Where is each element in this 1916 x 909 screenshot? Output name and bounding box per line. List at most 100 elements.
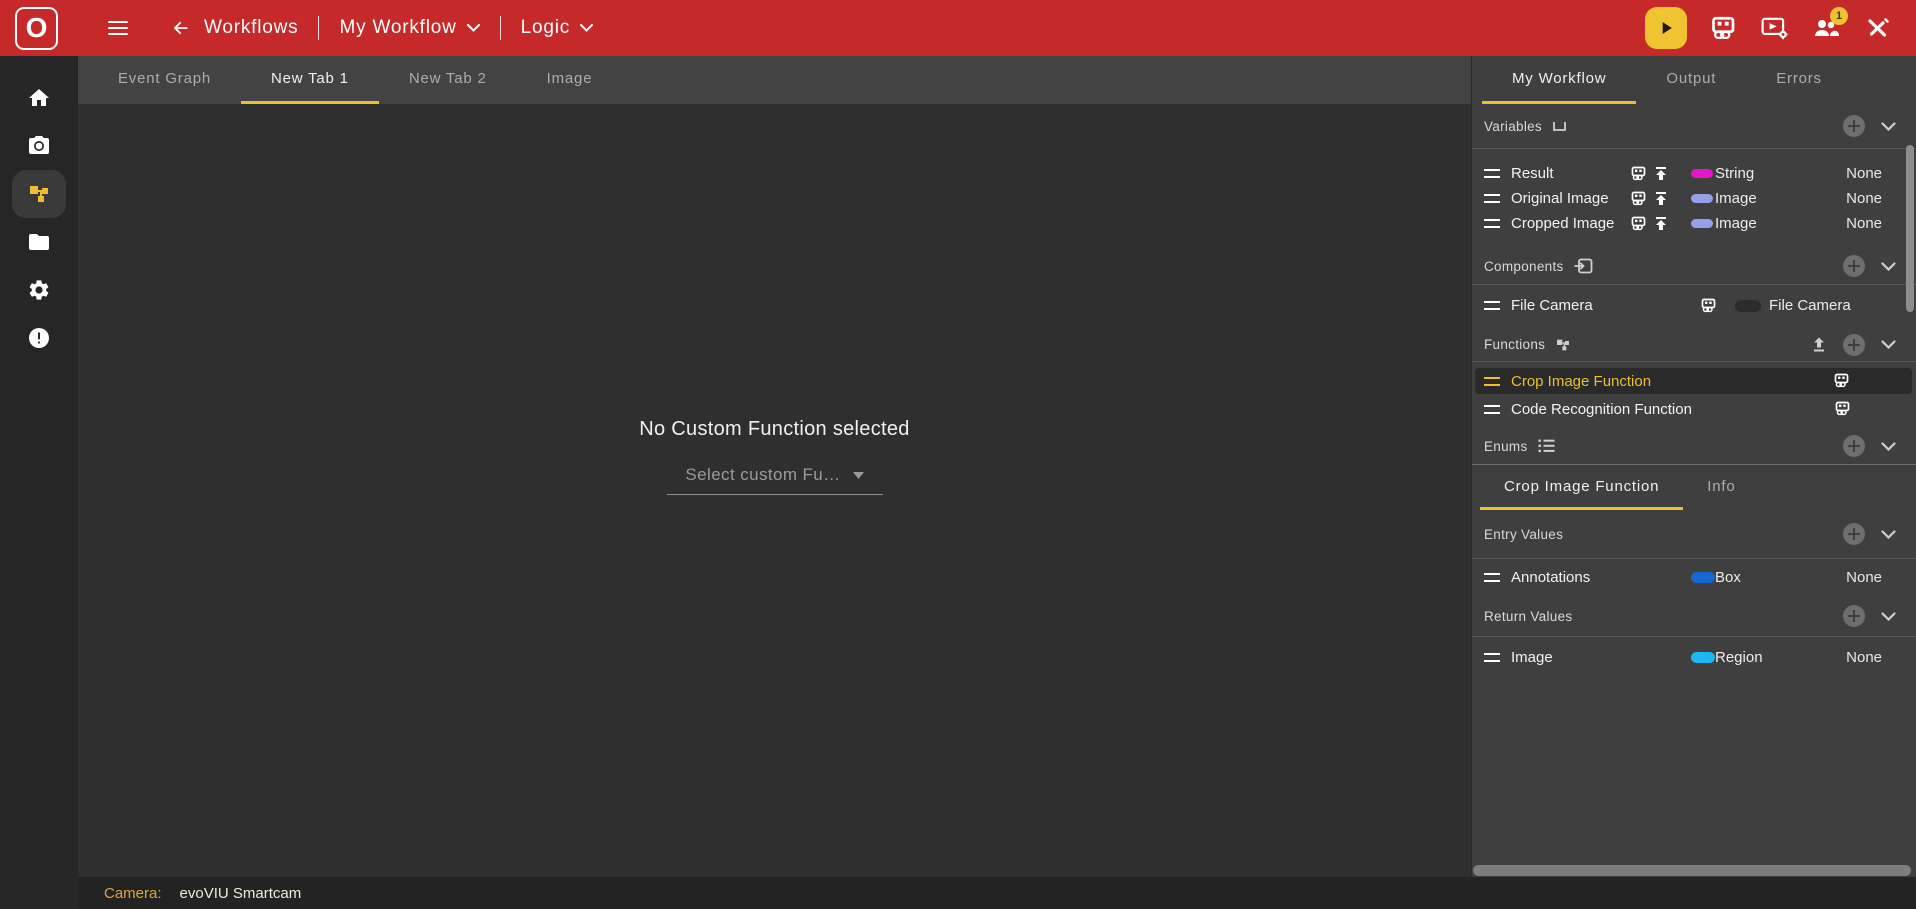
variables-section-header: Variables bbox=[1472, 104, 1916, 148]
function-name: Crop Image Function bbox=[1511, 373, 1834, 390]
sidebar-item-settings[interactable] bbox=[0, 266, 78, 314]
chevron-down-icon bbox=[467, 24, 480, 32]
return-value-row[interactable]: Image Region None bbox=[1472, 645, 1916, 670]
canvas-tab-bar: Event Graph New Tab 1 New Tab 2 Image bbox=[78, 56, 1471, 104]
drag-handle-icon[interactable] bbox=[1484, 405, 1500, 414]
sidebar-item-camera[interactable] bbox=[0, 122, 78, 170]
add-entry-value-button[interactable] bbox=[1843, 523, 1865, 545]
camera-link-icon bbox=[1631, 191, 1648, 207]
variable-type: Image bbox=[1715, 215, 1846, 232]
variable-type: String bbox=[1715, 165, 1846, 182]
panel-tab-bar: My Workflow Output Errors bbox=[1472, 56, 1916, 104]
enums-icon bbox=[1538, 439, 1555, 453]
functions-list: Crop Image Function Code Recognition Fun… bbox=[1472, 362, 1916, 428]
add-enum-button[interactable] bbox=[1843, 435, 1865, 457]
type-pill bbox=[1691, 652, 1715, 663]
component-row[interactable]: File Camera File Camera bbox=[1472, 293, 1916, 318]
section-title: Return Values bbox=[1484, 609, 1572, 624]
panel-tab-errors[interactable]: Errors bbox=[1746, 56, 1852, 104]
upload-function-icon[interactable] bbox=[1811, 337, 1827, 353]
add-function-button[interactable] bbox=[1843, 334, 1865, 356]
back-arrow-icon[interactable] bbox=[170, 17, 192, 39]
panel-tab-output[interactable]: Output bbox=[1636, 56, 1746, 104]
app-logo: O bbox=[15, 7, 58, 50]
horizontal-scrollbar[interactable] bbox=[1473, 865, 1911, 876]
detail-tab-crop-image-function[interactable]: Crop Image Function bbox=[1480, 465, 1683, 510]
add-component-button[interactable] bbox=[1843, 255, 1865, 277]
users-button[interactable]: 1 bbox=[1813, 16, 1840, 40]
type-pill bbox=[1691, 194, 1713, 203]
variable-name: Original Image bbox=[1511, 190, 1631, 207]
sidebar-item-workflows[interactable] bbox=[0, 170, 78, 218]
function-row-code-recognition[interactable]: Code Recognition Function bbox=[1472, 396, 1916, 422]
variable-type: Image bbox=[1715, 190, 1846, 207]
variable-value: None bbox=[1846, 165, 1882, 182]
service-tools-icon[interactable] bbox=[1864, 16, 1890, 40]
detail-tab-info[interactable]: Info bbox=[1683, 465, 1759, 510]
alert-icon bbox=[27, 326, 51, 350]
publish-icon bbox=[1653, 216, 1669, 231]
collapse-chevron-icon[interactable] bbox=[1881, 340, 1896, 349]
return-value-name: Image bbox=[1511, 649, 1683, 666]
return-values-section-header: Return Values bbox=[1472, 596, 1916, 636]
vertical-scrollbar[interactable] bbox=[1906, 145, 1914, 312]
workflow-icon bbox=[27, 182, 51, 206]
chevron-down-icon bbox=[580, 24, 593, 32]
camera-label: Camera: bbox=[104, 885, 162, 902]
workflow-panel: My Workflow Output Errors Variables Resu… bbox=[1471, 56, 1916, 877]
custom-function-dropdown[interactable]: Select custom Fu… bbox=[667, 465, 883, 495]
tab-event-graph[interactable]: Event Graph bbox=[88, 56, 241, 104]
notification-badge: 1 bbox=[1830, 7, 1848, 25]
drag-handle-icon[interactable] bbox=[1484, 169, 1500, 178]
drag-handle-icon[interactable] bbox=[1484, 301, 1500, 310]
variable-name: Result bbox=[1511, 165, 1631, 182]
function-row-crop-image[interactable]: Crop Image Function bbox=[1475, 368, 1912, 394]
functions-section-header: Functions bbox=[1472, 328, 1916, 361]
tab-new-tab-2[interactable]: New Tab 2 bbox=[379, 56, 517, 104]
entry-values-section-header: Entry Values bbox=[1472, 510, 1916, 558]
run-workflow-button[interactable] bbox=[1645, 7, 1687, 49]
drag-handle-icon[interactable] bbox=[1484, 653, 1500, 662]
tab-new-tab-1[interactable]: New Tab 1 bbox=[241, 56, 379, 104]
menu-icon[interactable] bbox=[108, 17, 128, 39]
collapse-chevron-icon[interactable] bbox=[1881, 612, 1896, 621]
variable-row[interactable]: Cropped Image Image None bbox=[1472, 211, 1916, 236]
drag-handle-icon[interactable] bbox=[1484, 377, 1500, 386]
camera-link-icon bbox=[1701, 298, 1718, 314]
panel-tab-my-workflow[interactable]: My Workflow bbox=[1482, 56, 1636, 104]
tab-image[interactable]: Image bbox=[517, 56, 623, 104]
drag-handle-icon[interactable] bbox=[1484, 194, 1500, 203]
dropdown-underline bbox=[667, 494, 883, 495]
drag-handle-icon[interactable] bbox=[1484, 573, 1500, 582]
collapse-chevron-icon[interactable] bbox=[1881, 442, 1896, 451]
drag-handle-icon[interactable] bbox=[1484, 219, 1500, 228]
sidebar-item-home[interactable] bbox=[0, 74, 78, 122]
camera-icon bbox=[27, 134, 51, 158]
collapse-chevron-icon[interactable] bbox=[1881, 122, 1896, 131]
topbar-divider bbox=[318, 16, 319, 40]
nav-workflows[interactable]: Workflows bbox=[204, 17, 298, 39]
sidebar-item-files[interactable] bbox=[0, 218, 78, 266]
empty-state: No Custom Function selected Select custo… bbox=[78, 418, 1471, 495]
camera-link-icon[interactable] bbox=[1711, 16, 1737, 40]
return-value-type: Region bbox=[1715, 649, 1846, 666]
collapse-chevron-icon[interactable] bbox=[1881, 530, 1896, 539]
mode-selector[interactable]: Logic bbox=[521, 17, 593, 39]
workflow-selector[interactable]: My Workflow bbox=[339, 17, 479, 39]
component-name: File Camera bbox=[1511, 297, 1701, 314]
variable-row[interactable]: Result String None bbox=[1472, 161, 1916, 186]
camera-link-icon bbox=[1835, 401, 1852, 417]
variable-value: None bbox=[1846, 190, 1882, 207]
media-settings-icon[interactable] bbox=[1761, 16, 1789, 40]
variable-row[interactable]: Original Image Image None bbox=[1472, 186, 1916, 211]
component-type: File Camera bbox=[1769, 297, 1904, 314]
home-icon bbox=[27, 86, 51, 110]
add-return-value-button[interactable] bbox=[1843, 605, 1865, 627]
variables-icon bbox=[1552, 120, 1567, 132]
entry-value-row[interactable]: Annotations Box None bbox=[1472, 565, 1916, 590]
camera-value: evoVIU Smartcam bbox=[180, 885, 302, 902]
collapse-chevron-icon[interactable] bbox=[1881, 262, 1896, 271]
sidebar-item-notifications[interactable] bbox=[0, 314, 78, 362]
entry-value-name: Annotations bbox=[1511, 569, 1683, 586]
add-variable-button[interactable] bbox=[1843, 115, 1865, 137]
